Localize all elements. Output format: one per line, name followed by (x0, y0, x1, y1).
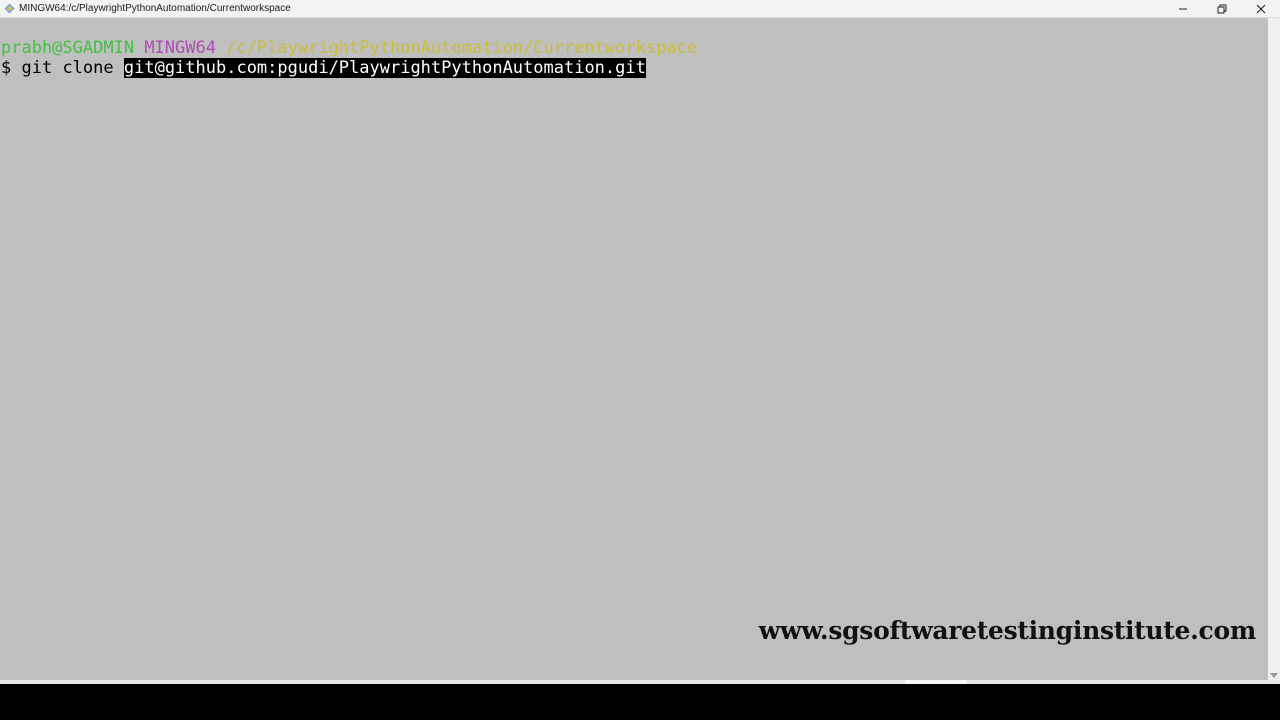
command-text: git clone (21, 58, 114, 78)
close-icon (1256, 4, 1265, 13)
window-controls (1163, 0, 1280, 17)
watermark-text: www.sgsoftwaretestinginstitute.com (758, 616, 1257, 645)
horizontal-scrollbar[interactable] (0, 680, 1280, 684)
prompt-shell: MINGW64 (144, 38, 216, 58)
mingw-app-icon (3, 3, 15, 15)
title-bar[interactable]: MINGW64:/c/PlaywrightPythonAutomation/Cu… (0, 0, 1280, 18)
restore-icon (1217, 4, 1226, 13)
restore-button[interactable] (1202, 0, 1241, 17)
command-line[interactable]: $ git clone git@github.com:pgudi/Playwri… (1, 58, 646, 78)
minimize-icon (1178, 8, 1187, 9)
scroll-down-arrow-icon[interactable] (1270, 673, 1278, 678)
terminal-window: MINGW64:/c/PlaywrightPythonAutomation/Cu… (0, 0, 1280, 684)
terminal-output[interactable]: prabh@SGADMIN MINGW64 /c/PlaywrightPytho… (0, 18, 1268, 678)
prompt-symbol: $ (1, 58, 12, 78)
selected-repo-url[interactable]: git@github.com:pgudi/PlaywrightPythonAut… (123, 58, 646, 78)
window-title: MINGW64:/c/PlaywrightPythonAutomation/Cu… (19, 3, 291, 14)
close-button[interactable] (1241, 0, 1280, 17)
prompt-line: prabh@SGADMIN MINGW64 /c/PlaywrightPytho… (1, 38, 697, 58)
minimize-button[interactable] (1163, 0, 1202, 17)
prompt-user-host: prabh@SGADMIN (1, 38, 135, 58)
horizontal-scroll-thumb[interactable] (905, 680, 967, 684)
vertical-scrollbar[interactable] (1268, 18, 1280, 680)
prompt-path: /c/PlaywrightPythonAutomation/Currentwor… (226, 38, 698, 58)
